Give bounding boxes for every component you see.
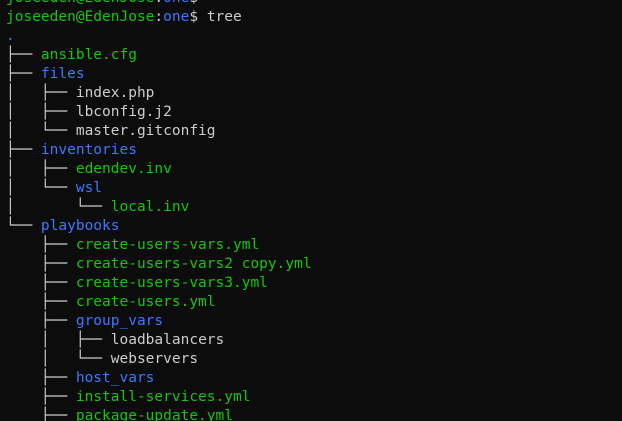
tree-line: │ └── wsl	[6, 179, 312, 198]
prompt-separator: :	[154, 9, 164, 25]
tree-connector: ├──	[6, 66, 41, 82]
tree-connector: ├──	[6, 237, 76, 253]
tree-line: ├── host_vars	[6, 369, 312, 388]
tree-file-name: loadbalancers	[110, 332, 225, 348]
tree-connector: │ └──	[6, 123, 76, 139]
prompt-user-host: joseeden@EdenJose	[6, 9, 155, 25]
tree-output: . ├── ansible.cfg ├── files │ ├── index.php…	[6, 27, 312, 421]
tree-line: ├── create-users-vars2 copy.yml	[6, 255, 312, 274]
tree-executable-file-name: create-users.yml	[75, 294, 216, 310]
tree-line: ├── files	[6, 65, 312, 84]
tree-line: └── playbooks	[6, 217, 312, 236]
prompt-symbol: $	[189, 0, 198, 6]
tree-directory-name: group_vars	[75, 313, 164, 329]
terminal-window[interactable]: joseeden@EdenJose:one$ joseeden@EdenJose…	[0, 0, 622, 421]
tree-executable-file-name: create-users-vars2 copy.yml	[75, 256, 312, 272]
tree-directory-name: .	[6, 28, 15, 44]
tree-file-name: webservers	[110, 351, 199, 367]
tree-connector: ├──	[6, 389, 76, 405]
tree-line: │ └── local.inv	[6, 198, 312, 217]
tree-connector: │ └──	[6, 180, 76, 196]
prompt-cwd: one	[163, 0, 189, 6]
tree-connector: ├──	[6, 408, 76, 421]
tree-connector: ├──	[6, 294, 76, 310]
tree-line: │ └── webservers	[6, 350, 312, 369]
tree-connector: │ ├──	[6, 85, 76, 101]
tree-directory-name: files	[40, 66, 85, 82]
prompt-separator: :	[154, 0, 163, 6]
tree-connector: ├──	[6, 370, 76, 386]
terminal-output: joseeden@EdenJose:one$ joseeden@EdenJose…	[6, 0, 312, 421]
tree-line: ├── create-users.yml	[6, 293, 312, 312]
tree-connector: ├──	[6, 275, 76, 291]
tree-line: │ ├── index.php	[6, 84, 312, 103]
tree-executable-file-name: package-update.yml	[75, 408, 233, 421]
tree-line: ├── install-services.yml	[6, 388, 312, 407]
tree-executable-file-name: install-services.yml	[75, 389, 251, 405]
tree-line: │ ├── lbconfig.j2	[6, 103, 312, 122]
tree-connector: │ ├──	[6, 332, 111, 348]
tree-executable-file-name: local.inv	[110, 199, 190, 215]
tree-directory-name: wsl	[75, 180, 103, 196]
tree-line: │ ├── loadbalancers	[6, 331, 312, 350]
tree-line: │ └── master.gitconfig	[6, 122, 312, 141]
tree-file-name: master.gitconfig	[75, 123, 216, 139]
tree-line: ├── create-users-vars3.yml	[6, 274, 312, 293]
tree-line: ├── inventories	[6, 141, 312, 160]
tree-connector: └──	[6, 218, 41, 234]
tree-file-name: index.php	[75, 85, 155, 101]
prompt-symbol: $	[189, 9, 199, 25]
tree-connector: ├──	[6, 47, 41, 63]
tree-connector: │ └──	[6, 199, 111, 215]
tree-file-name: lbconfig.j2	[75, 104, 172, 120]
command-text: tree	[206, 9, 242, 25]
tree-line: ├── group_vars	[6, 312, 312, 331]
tree-executable-file-name: create-users-vars.yml	[75, 237, 260, 253]
tree-executable-file-name: ansible.cfg	[40, 47, 137, 63]
tree-connector: │ ├──	[6, 104, 76, 120]
tree-connector: ├──	[6, 142, 41, 158]
tree-executable-file-name: edendev.inv	[75, 161, 172, 177]
tree-line: ├── package-update.yml	[6, 407, 312, 421]
tree-directory-name: inventories	[40, 142, 137, 158]
tree-directory-name: host_vars	[75, 370, 155, 386]
prompt-cwd: one	[163, 9, 190, 25]
tree-connector: ├──	[6, 313, 76, 329]
tree-connector: ├──	[6, 256, 76, 272]
prompt-line-previous: joseeden@EdenJose:one$	[6, 0, 312, 8]
tree-line: ├── ansible.cfg	[6, 46, 312, 65]
tree-connector: │ ├──	[6, 161, 76, 177]
prompt-user-host: joseeden@EdenJose	[6, 0, 154, 6]
tree-line: .	[6, 27, 312, 46]
prompt-line-command: joseeden@EdenJose:one$ tree	[6, 8, 312, 27]
tree-line: ├── create-users-vars.yml	[6, 236, 312, 255]
tree-directory-name: playbooks	[40, 218, 120, 234]
tree-connector: │ └──	[6, 351, 111, 367]
tree-executable-file-name: create-users-vars3.yml	[75, 275, 268, 291]
tree-line: │ ├── edendev.inv	[6, 160, 312, 179]
